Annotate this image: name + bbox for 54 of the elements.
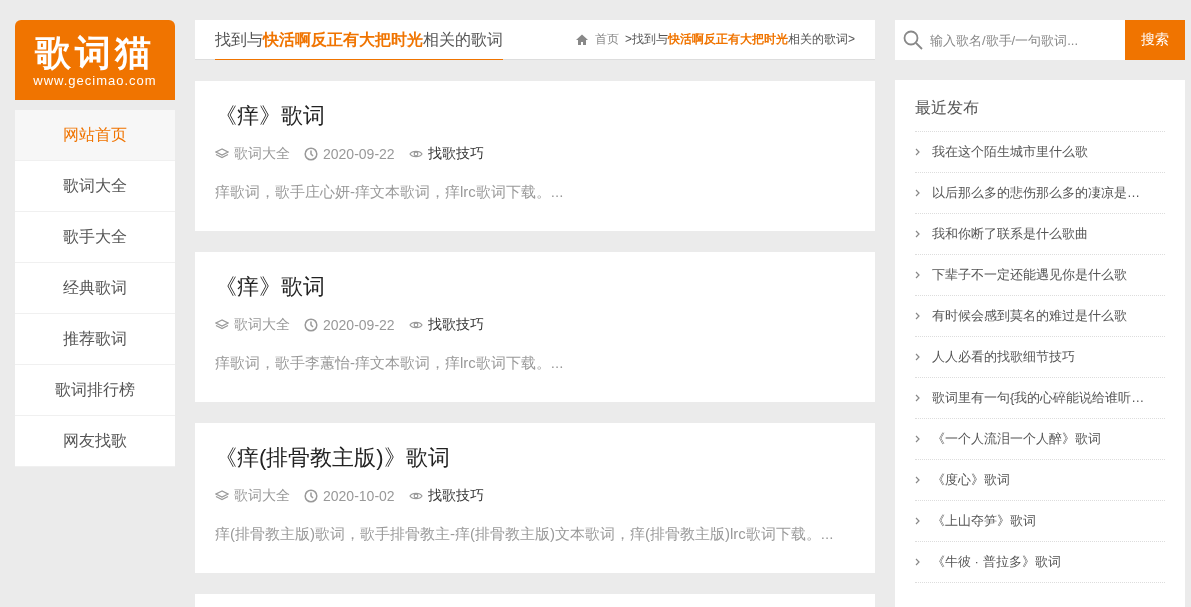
recent-post-link[interactable]: 以后那么多的悲伤那么多的凄凉是… (932, 184, 1140, 202)
post-date: 2020-09-22 (323, 317, 395, 333)
recent-post-link[interactable]: 《上山夺笋》歌词 (932, 512, 1036, 530)
recent-post-link[interactable]: 歌词里有一句{我的心碎能说给谁听… (932, 389, 1145, 407)
nav-item[interactable]: 推荐歌词 (15, 314, 175, 365)
chevron-icon (915, 271, 920, 279)
layers-icon (215, 489, 229, 503)
page-heading: 找到与快活啊反正有大把时光相关的歌词 (215, 19, 503, 60)
result-title[interactable]: 《痒(排骨教主版)》歌词 (215, 443, 855, 473)
chevron-icon (915, 148, 920, 156)
nav-item[interactable]: 歌词大全 (15, 161, 175, 212)
home-icon (574, 32, 589, 47)
recent-post-link[interactable]: 《度心》歌词 (932, 471, 1010, 489)
result-excerpt: 痒歌词，歌手庄心妍-痒文本歌词，痒lrc歌词下载。... (215, 182, 565, 202)
recent-post-link[interactable]: 我在这个陌生城市里什么歌 (932, 143, 1088, 161)
post-date: 2020-10-02 (323, 488, 395, 504)
chevron-icon (915, 353, 920, 361)
clock-icon (304, 318, 318, 332)
chevron-icon (915, 312, 920, 320)
post-date: 2020-09-22 (323, 146, 395, 162)
layers-icon (215, 318, 229, 332)
result-excerpt: 痒歌词，歌手李蕙怡-痒文本歌词，痒lrc歌词下载。... (215, 353, 565, 373)
chevron-icon (915, 558, 920, 566)
chevron-icon (915, 394, 920, 402)
chevron-icon (915, 230, 920, 238)
recent-post-link[interactable]: 有时候会感到莫名的难过是什么歌 (932, 307, 1127, 325)
breadcrumb-current: >找到与快活啊反正有大把时光相关的歌词> (624, 31, 855, 48)
chevron-icon (915, 476, 920, 484)
clock-icon (304, 147, 318, 161)
recent-post-link[interactable]: 下辈子不一定还能遇见你是什么歌 (932, 266, 1127, 284)
tag-link[interactable]: 找歌技巧 (427, 316, 484, 334)
recent-post-link[interactable]: 《牛彼 · 普拉多》歌词 (932, 553, 1061, 571)
result-title[interactable]: 《痒》歌词 (215, 272, 855, 302)
layers-icon (215, 147, 229, 161)
tag-link[interactable]: 找歌技巧 (427, 487, 484, 505)
chevron-icon (915, 189, 920, 197)
recent-post-link[interactable]: 人人必看的找歌细节技巧 (932, 348, 1075, 366)
recent-post-link[interactable]: 我和你断了联系是什么歌曲 (932, 225, 1088, 243)
logo-title: 歌词猫 (35, 32, 155, 73)
result-excerpt: 痒(排骨教主版)歌词，歌手排骨教主-痒(排骨教主版)文本歌词，痒(排骨教主版)lrc歌词下载。... (215, 524, 835, 544)
result-title[interactable]: 《痒》歌词 (215, 101, 855, 131)
breadcrumb-link[interactable]: 首页 (594, 31, 619, 48)
nav-item[interactable]: 经典歌词 (15, 263, 175, 314)
tag-link[interactable]: 找歌技巧 (427, 145, 484, 163)
nav-item[interactable]: 网友找歌 (15, 416, 175, 467)
nav-item[interactable]: 歌手大全 (15, 212, 175, 263)
clock-icon (304, 489, 318, 503)
logo-url: www.gecimao.com (33, 72, 157, 88)
panel-title: 最近发布 (915, 90, 1165, 132)
nav-item[interactable]: 歌词排行榜 (15, 365, 175, 416)
search-field[interactable]: 输入歌名/歌手/一句歌词... (895, 20, 1125, 60)
recent-post-link[interactable]: 《一个人流泪一个人醉》歌词 (932, 430, 1101, 448)
chevron-icon (915, 517, 920, 525)
chevron-icon (915, 435, 920, 443)
